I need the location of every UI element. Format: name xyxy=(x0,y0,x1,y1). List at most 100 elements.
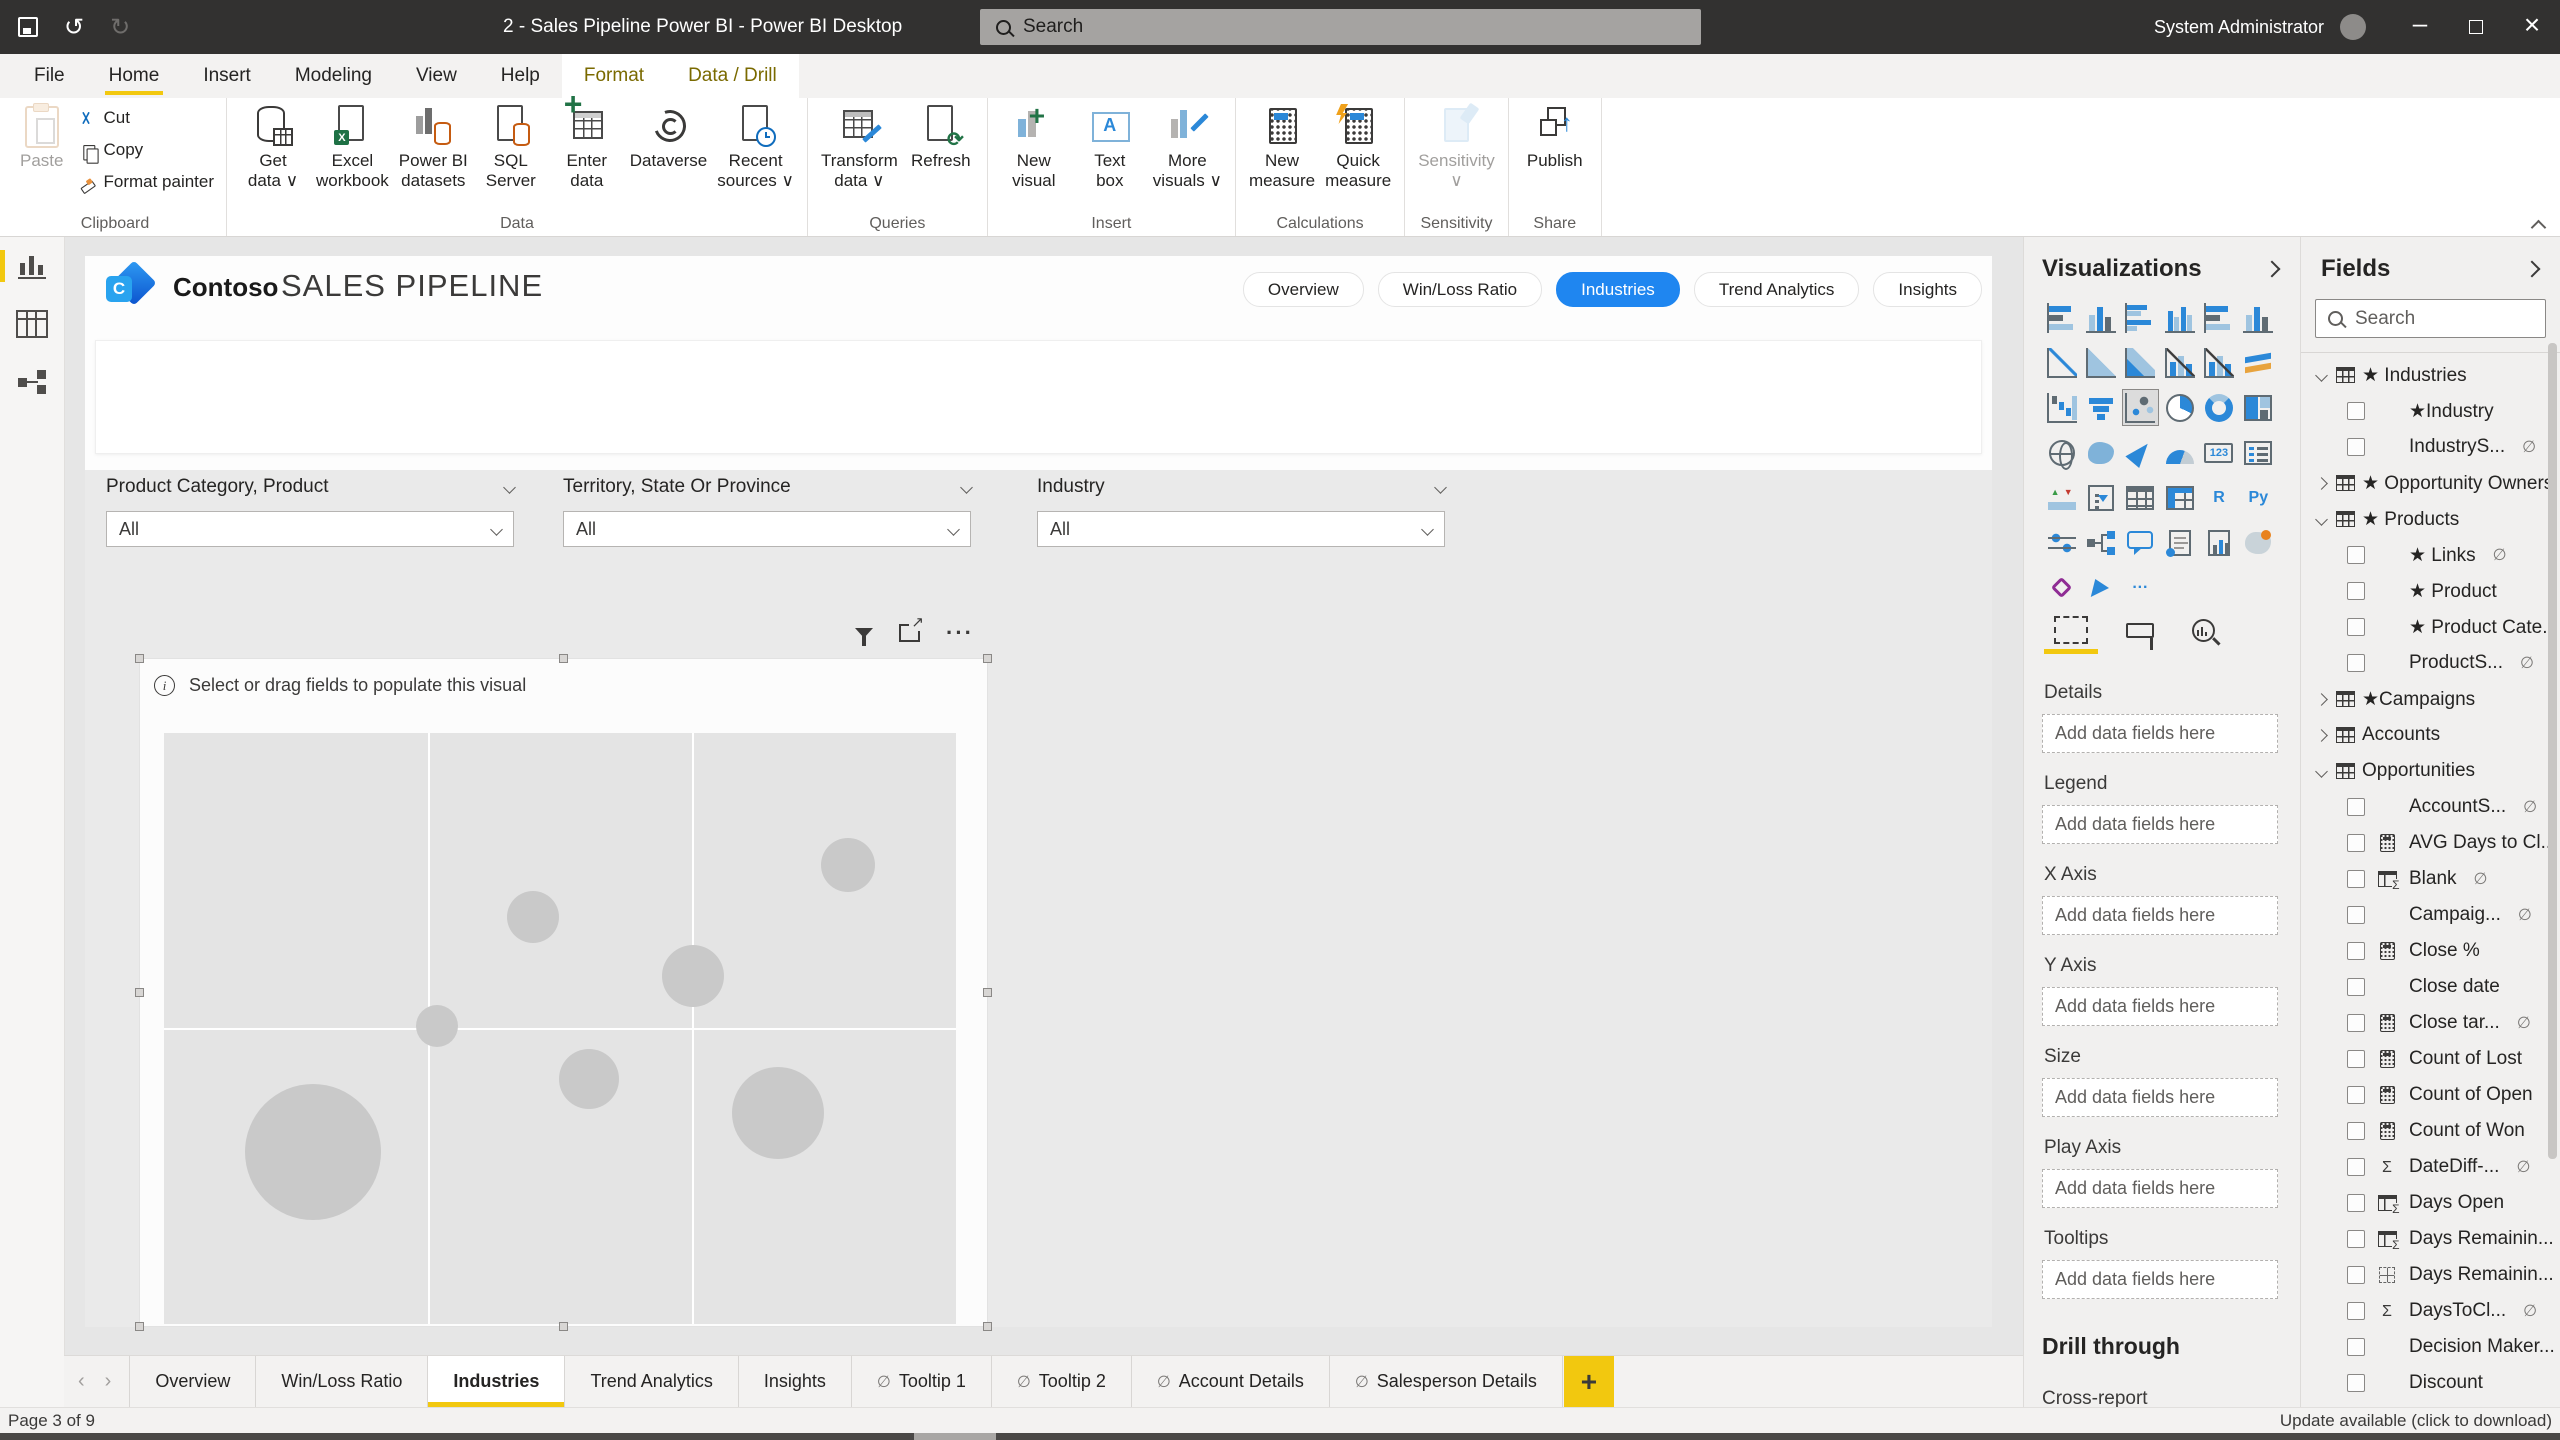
maximize-button[interactable] xyxy=(2448,0,2504,54)
page-tab-trend-analytics[interactable]: Trend Analytics xyxy=(565,1356,739,1407)
power-bi-datasets-button[interactable]: Power BI datasets xyxy=(394,100,473,193)
collapse-pane-icon[interactable] xyxy=(2523,260,2541,278)
key-influencers-icon[interactable] xyxy=(2043,524,2080,561)
matrix-icon[interactable] xyxy=(2161,479,2198,516)
field-checkbox[interactable] xyxy=(2347,1374,2365,1392)
clustered-bar-chart-icon[interactable] xyxy=(2122,299,2159,336)
field-item-count-of-open[interactable]: Count of Open xyxy=(2301,1077,2560,1113)
well-play-axis-dropzone[interactable]: Add data fields here xyxy=(2042,1169,2278,1208)
next-page-icon[interactable]: › xyxy=(105,1370,112,1393)
menu-item-modeling[interactable]: Modeling xyxy=(273,54,394,98)
sidebar-item-data-view[interactable] xyxy=(0,295,64,353)
close-button[interactable] xyxy=(2504,0,2560,54)
menu-item-help[interactable]: Help xyxy=(479,54,562,98)
table-icon[interactable] xyxy=(2122,479,2159,516)
field-checkbox[interactable] xyxy=(2347,906,2365,924)
nav-pill-win-loss-ratio[interactable]: Win/Loss Ratio xyxy=(1377,272,1543,307)
field-table-opportunities[interactable]: Opportunities xyxy=(2301,753,2560,789)
page-tab-win-loss-ratio[interactable]: Win/Loss Ratio xyxy=(256,1356,429,1407)
fields-search-input[interactable]: Search xyxy=(2315,299,2546,338)
page-tab-salesperson-details[interactable]: Salesperson Details xyxy=(1330,1356,1563,1407)
collapse-pane-icon[interactable] xyxy=(2263,260,2281,278)
slicer-dropdown[interactable]: All xyxy=(106,511,514,547)
sql-server-button[interactable]: SQL Server xyxy=(473,100,549,193)
copy-button[interactable]: Copy xyxy=(71,134,218,166)
field-item-close[interactable]: Close % xyxy=(2301,933,2560,969)
nav-pill-insights[interactable]: Insights xyxy=(1873,272,1982,307)
pie-chart-icon[interactable] xyxy=(2161,389,2198,426)
smart-narrative-icon[interactable] xyxy=(2161,524,2198,561)
more-options-icon[interactable] xyxy=(946,620,974,646)
scrollbar-thumb[interactable] xyxy=(914,1433,996,1440)
field-table-industries[interactable]: ★ Industries xyxy=(2301,357,2560,393)
chevron-down-icon[interactable] xyxy=(2314,512,2328,526)
search-input[interactable]: Search xyxy=(980,9,1701,45)
dataverse-button[interactable]: Dataverse xyxy=(625,100,712,173)
chevron-down-icon[interactable] xyxy=(2314,368,2328,382)
line-and-clustered-column-chart-icon[interactable] xyxy=(2200,344,2237,381)
filled-map-icon[interactable] xyxy=(2082,434,2119,471)
card-icon[interactable]: 123 xyxy=(2200,434,2237,471)
python-icon[interactable]: Py xyxy=(2240,479,2277,516)
more-visuals-icon[interactable]: ··· xyxy=(2122,569,2159,606)
analytics-tab[interactable] xyxy=(2192,618,2215,652)
field-item-daystocl[interactable]: DaysToCl... xyxy=(2301,1293,2560,1329)
line-and-stacked-column-chart-icon[interactable] xyxy=(2161,344,2198,381)
well-details-dropzone[interactable]: Add data fields here xyxy=(2042,714,2278,753)
field-item-days-remainin[interactable]: Days Remainin... xyxy=(2301,1257,2560,1293)
slicer-dropdown[interactable]: All xyxy=(1037,511,1445,547)
resize-handle[interactable] xyxy=(135,654,144,663)
hundred-stacked-column-chart-icon[interactable] xyxy=(2240,299,2277,336)
hundred-stacked-bar-chart-icon[interactable] xyxy=(2200,299,2237,336)
map-icon[interactable] xyxy=(2043,434,2080,471)
well-x-axis-dropzone[interactable]: Add data fields here xyxy=(2042,896,2278,935)
field-checkbox[interactable] xyxy=(2347,1014,2365,1032)
slicer-dropdown[interactable]: All xyxy=(563,511,971,547)
chevron-down-icon[interactable] xyxy=(960,480,973,494)
field-checkbox[interactable] xyxy=(2347,654,2365,672)
more-visuals-button[interactable]: More visuals ∨ xyxy=(1148,100,1227,193)
update-notice[interactable]: Update available (click to download) xyxy=(2280,1411,2552,1431)
save-icon[interactable] xyxy=(18,17,38,37)
chevron-right-icon[interactable] xyxy=(2314,728,2328,742)
field-checkbox[interactable] xyxy=(2347,402,2365,420)
refresh-button[interactable]: Refresh xyxy=(903,100,979,173)
power-apps-icon[interactable] xyxy=(2043,569,2080,606)
menu-item-home[interactable]: Home xyxy=(87,54,182,98)
page-tab-tooltip-2[interactable]: Tooltip 2 xyxy=(992,1356,1132,1407)
field-checkbox[interactable] xyxy=(2347,1158,2365,1176)
menu-item-insert[interactable]: Insert xyxy=(181,54,273,98)
chevron-right-icon[interactable] xyxy=(2314,476,2328,490)
cut-button[interactable]: Cut xyxy=(71,102,218,134)
field-checkbox[interactable] xyxy=(2347,1338,2365,1356)
chevron-down-icon[interactable] xyxy=(503,480,516,494)
recent-sources-button[interactable]: Recent sources ∨ xyxy=(712,100,799,193)
field-item-accounts[interactable]: AccountS... xyxy=(2301,789,2560,825)
field-item-campaig[interactable]: Campaig... xyxy=(2301,897,2560,933)
field-checkbox[interactable] xyxy=(2347,618,2365,636)
field-checkbox[interactable] xyxy=(2347,1302,2365,1320)
clustered-column-chart-icon[interactable] xyxy=(2161,299,2198,336)
new-page-button[interactable]: + xyxy=(1563,1356,1614,1407)
field-item-products[interactable]: ProductS... xyxy=(2301,645,2560,681)
transform-data-button[interactable]: Transform data ∨ xyxy=(816,100,903,193)
field-item-avg-days-to-cl[interactable]: AVG Days to Cl... xyxy=(2301,825,2560,861)
field-checkbox[interactable] xyxy=(2347,942,2365,960)
resize-handle[interactable] xyxy=(983,654,992,663)
field-checkbox[interactable] xyxy=(2347,1266,2365,1284)
field-item-days-remainin[interactable]: Days Remainin... xyxy=(2301,1221,2560,1257)
quick-measure-button[interactable]: Quick measure xyxy=(1320,100,1396,193)
new-visual-button[interactable]: Newvisual xyxy=(996,100,1072,193)
well-legend-dropzone[interactable]: Add data fields here xyxy=(2042,805,2278,844)
resize-handle[interactable] xyxy=(558,654,568,663)
nav-pill-overview[interactable]: Overview xyxy=(1242,272,1364,307)
fields-tab[interactable] xyxy=(2044,616,2098,654)
area-chart-icon[interactable] xyxy=(2082,344,2119,381)
field-item-links[interactable]: ★ Links xyxy=(2301,537,2560,573)
page-tab-tooltip-1[interactable]: Tooltip 1 xyxy=(852,1356,992,1407)
resize-handle[interactable] xyxy=(983,1322,992,1331)
multi-row-card-icon[interactable] xyxy=(2240,434,2277,471)
chevron-down-icon[interactable] xyxy=(1434,480,1447,494)
field-checkbox[interactable] xyxy=(2347,870,2365,888)
sensitivity-button[interactable]: Sensitivity ∨ xyxy=(1413,100,1500,193)
